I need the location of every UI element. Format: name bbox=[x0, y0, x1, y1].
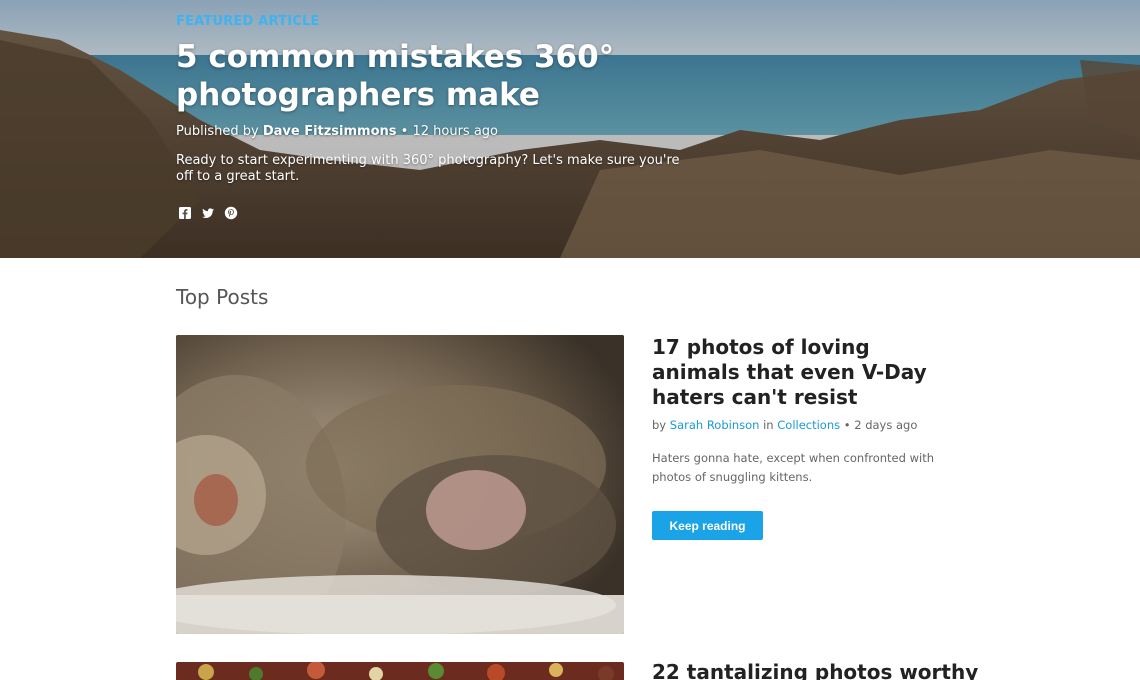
post-time: • 2 days ago bbox=[840, 418, 918, 432]
post-card-1: 17 photos of loving animals that even V-… bbox=[652, 335, 962, 540]
post-category-link[interactable]: Collections bbox=[777, 418, 840, 432]
twitter-icon[interactable] bbox=[201, 205, 215, 219]
post-excerpt: Haters gonna hate, except when confronte… bbox=[652, 451, 934, 484]
post-title-2[interactable]: 22 tantalizing photos worthy bbox=[652, 660, 978, 680]
hero-summary: Ready to start experimenting with 360° p… bbox=[176, 153, 680, 184]
featured-article-label: FEATURED ARTICLE bbox=[176, 14, 320, 29]
keep-reading-button[interactable]: Keep reading bbox=[652, 511, 763, 540]
social-share-bar bbox=[178, 205, 238, 220]
post-title[interactable]: 17 photos of loving animals that even V-… bbox=[652, 335, 962, 410]
post-image-food[interactable] bbox=[176, 662, 624, 680]
pinterest-icon[interactable] bbox=[224, 205, 238, 220]
byline-time: • 12 hours ago bbox=[396, 124, 498, 139]
hero-author[interactable]: Dave Fitzsimmons bbox=[263, 124, 397, 139]
post-author-link[interactable]: Sarah Robinson bbox=[670, 418, 760, 432]
post-by: by bbox=[652, 418, 670, 432]
hero-title[interactable]: 5 common mistakes 360° photographers mak… bbox=[176, 38, 696, 114]
facebook-icon[interactable] bbox=[178, 205, 192, 219]
post-in: in bbox=[759, 418, 778, 432]
post-meta: by Sarah Robinson in Collections • 2 day… bbox=[652, 418, 962, 432]
byline-prefix: Published by bbox=[176, 124, 263, 139]
post-image-kittens[interactable] bbox=[176, 335, 624, 634]
top-posts-heading: Top Posts bbox=[176, 285, 269, 309]
featured-hero: FEATURED ARTICLE 5 common mistakes 360° … bbox=[0, 0, 1140, 258]
hero-byline: Published by Dave Fitzsimmons • 12 hours… bbox=[176, 124, 498, 139]
